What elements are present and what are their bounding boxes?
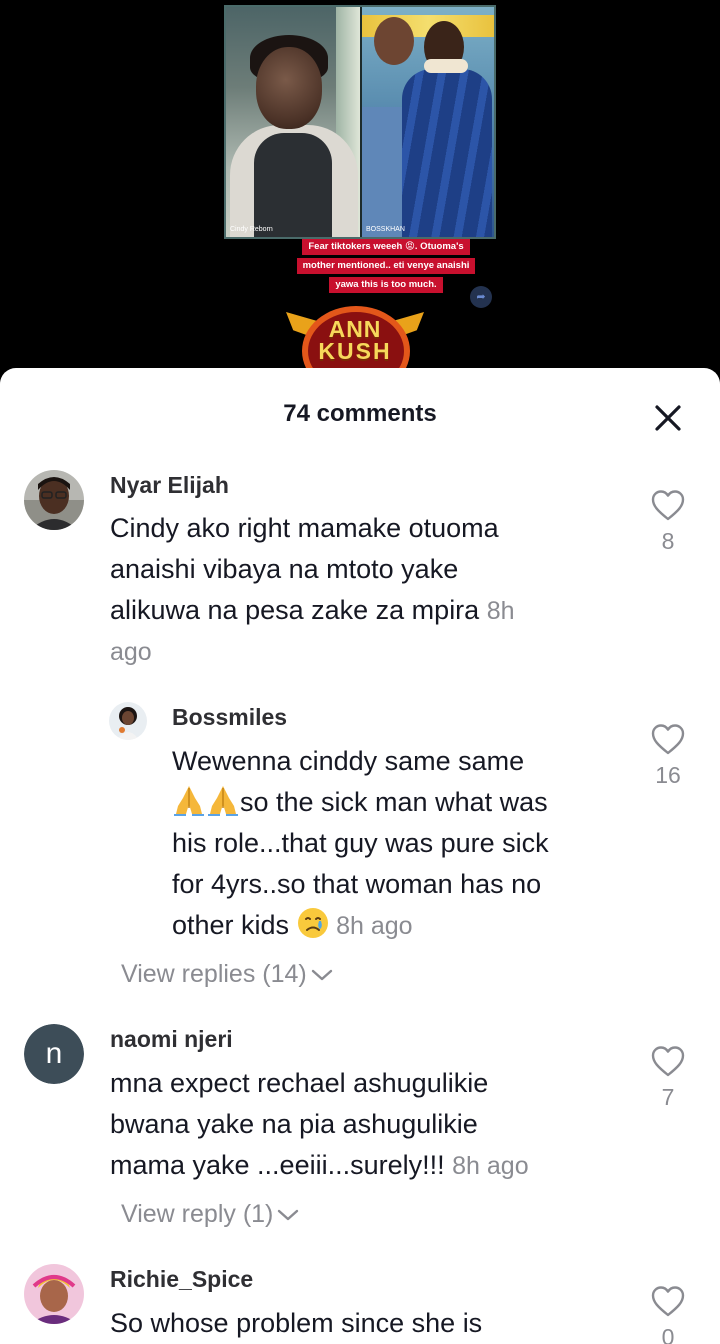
like-count: 7 xyxy=(661,1084,675,1110)
comment-timestamp: 8h ago xyxy=(452,1152,529,1180)
comment-text-line: Cindy ako right mamake otuoma xyxy=(110,513,499,543)
like-button[interactable]: 0 xyxy=(648,1284,688,1344)
duet-video-frame: Cindy Reborn BOSSKHAN xyxy=(224,5,496,239)
comment-text: Wewenna cinddy same same so the sick man… xyxy=(172,741,632,947)
comment-text-line: for 4yrs..so that woman has no xyxy=(172,869,542,899)
left-video-pane: Cindy Reborn xyxy=(226,7,360,237)
heart-outline-icon xyxy=(651,1286,685,1317)
heart-outline-icon xyxy=(651,724,685,755)
comment-text-line: So whose problem since she is xyxy=(110,1308,483,1338)
left-video-tag: Cindy Reborn xyxy=(230,226,273,233)
like-button[interactable]: 8 xyxy=(648,488,688,555)
comment-text-line: his role...that guy was pure sick xyxy=(172,828,549,858)
view-replies-button[interactable]: View replies (14) xyxy=(121,960,333,989)
view-replies-button[interactable]: View reply (1) xyxy=(121,1200,299,1229)
close-icon[interactable] xyxy=(652,402,684,434)
caption-line: yawa this is too much. xyxy=(329,277,443,293)
like-count: 0 xyxy=(661,1324,675,1344)
comment-timestamp: 8h ago xyxy=(336,912,413,940)
view-replies-label: View reply (1) xyxy=(121,1200,274,1228)
avatar[interactable] xyxy=(24,470,84,530)
like-button[interactable]: 16 xyxy=(648,722,688,789)
comment-text-line: Wewenna cinddy same same xyxy=(172,746,525,776)
heart-outline-icon xyxy=(651,490,685,521)
share-arrow-icon[interactable]: ➦ xyxy=(470,286,492,308)
right-video-tag: BOSSKHAN xyxy=(366,226,405,233)
logo-text-line2: KUSH xyxy=(318,338,392,364)
comment-text-line: mama yake ...eeiii...surely!!! xyxy=(110,1150,445,1180)
comment-username[interactable]: Nyar Elijah xyxy=(110,472,229,499)
comment-timestamp: 8h xyxy=(486,597,515,625)
avatar-initial: n xyxy=(24,1024,84,1084)
avatar[interactable] xyxy=(24,1264,84,1324)
heart-outline-icon xyxy=(651,1046,685,1077)
comment-username[interactable]: Richie_Spice xyxy=(110,1266,253,1293)
avatar[interactable]: n xyxy=(24,1024,84,1084)
comment-text-line: so the sick man what was xyxy=(240,787,548,817)
folded-hands-emoji xyxy=(174,786,204,816)
comment-username[interactable]: Bossmiles xyxy=(172,704,287,731)
crying-face-emoji xyxy=(297,908,328,938)
comment-text-line: other kids xyxy=(172,910,290,940)
chevron-down-icon xyxy=(311,970,332,981)
comment-text: So whose problem since she is xyxy=(110,1303,630,1344)
like-count: 16 xyxy=(655,762,681,788)
comment-text: Cindy ako right mamake otuoma anaishi vi… xyxy=(110,508,630,673)
like-button[interactable]: 7 xyxy=(648,1044,688,1111)
video-caption: Fear tiktokers weeeh 😡. Otuoma's mother … xyxy=(294,236,478,293)
comment-text-line: anaishi vibaya na mtoto yake xyxy=(110,554,459,584)
video-player[interactable]: Cindy Reborn BOSSKHAN Fear tiktokers wee… xyxy=(0,0,720,380)
comment-text: mna expect rechael ashugulikie bwana yak… xyxy=(110,1063,630,1187)
avatar[interactable] xyxy=(109,702,147,740)
right-video-pane: BOSSKHAN xyxy=(362,7,494,237)
comment-text-line: bwana yake na pia ashugulikie xyxy=(110,1109,478,1139)
chevron-down-icon xyxy=(278,1210,299,1221)
comments-count-title: 74 comments xyxy=(283,400,437,427)
folded-hands-emoji xyxy=(208,786,238,816)
comment-username[interactable]: naomi njeri xyxy=(110,1026,233,1053)
like-count: 8 xyxy=(661,528,675,554)
view-replies-label: View replies (14) xyxy=(121,960,307,988)
comment-timestamp-wrap: ago xyxy=(110,638,152,666)
comments-sheet: 74 comments Nyar Elijah Cindy ako right … xyxy=(0,368,720,1344)
comment-text-line: mna expect rechael ashugulikie xyxy=(110,1068,489,1098)
comment-text-line: alikuwa na pesa zake za mpira xyxy=(110,595,480,625)
caption-line: Fear tiktokers weeeh 😡. Otuoma's xyxy=(302,239,470,255)
caption-line: mother mentioned.. eti venye anaishi xyxy=(296,258,476,274)
